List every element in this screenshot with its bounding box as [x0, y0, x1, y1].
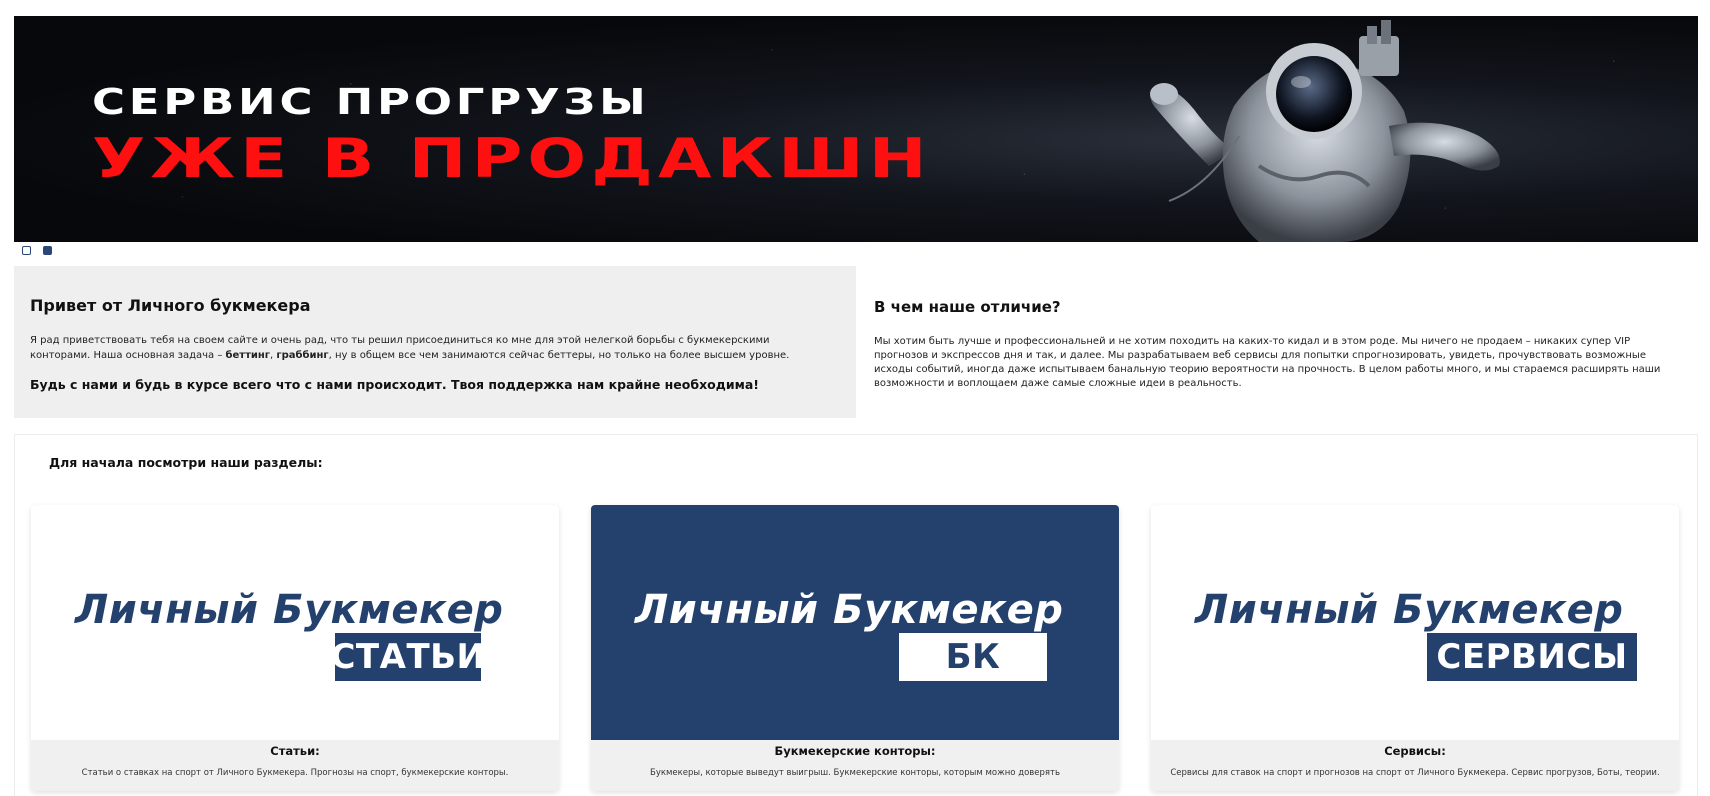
difference-panel: В чем наше отличие? Мы хотим быть лучше … [874, 266, 1694, 418]
logo-badge: БК [899, 633, 1047, 681]
section-card-services[interactable]: Личный Букмекер СЕРВИСЫ Сервисы: Сервисы… [1151, 505, 1679, 791]
logo-badge: СТАТЬИ [330, 633, 485, 681]
intro-text: Я рад приветствовать тебя на своем сайте… [30, 333, 820, 363]
sections-lead: Для начала посмотри наши разделы: [49, 455, 323, 470]
intro-call-to-action: Будь с нами и будь в курсе всего что с н… [30, 377, 759, 392]
card-title[interactable]: Сервисы: [1151, 744, 1679, 758]
card-title[interactable]: Статьи: [31, 744, 559, 758]
intro-text-end: , ну в общем все чем занимаются сейчас б… [328, 350, 790, 361]
intro-bold-grabbing: граббинг [276, 350, 329, 361]
card-description: Сервисы для ставок на спорт и прогнозов … [1170, 768, 1660, 778]
astronaut-image [1150, 20, 1500, 242]
banner-headline: СЕРВИС ПРОГРУЗЫ [92, 82, 650, 123]
slider-dot-1[interactable] [22, 246, 31, 255]
slider-dot-2[interactable] [43, 246, 52, 255]
logo-wordmark: Личный Букмекер [1195, 587, 1624, 633]
slider-dots [22, 246, 52, 255]
difference-text: Мы хотим быть лучше и профессиональней и… [874, 336, 1661, 389]
intro-bold-betting: беттинг [225, 350, 271, 361]
bookmakers-logo-image[interactable]: Личный Букмекер БК [591, 505, 1119, 740]
section-card-articles[interactable]: Личный Букмекер СТАТЬИ Статьи: Статьи о … [31, 505, 559, 791]
logo-wordmark: Личный Букмекер [635, 587, 1064, 633]
card-description: Статьи о ставках на спорт от Личного Бук… [81, 768, 509, 778]
services-logo-image[interactable]: Личный Букмекер СЕРВИСЫ [1151, 505, 1679, 740]
section-card-bookmakers[interactable]: Личный Букмекер БК Букмекерские конторы:… [591, 505, 1119, 791]
articles-logo-image[interactable]: Личный Букмекер СТАТЬИ [31, 505, 559, 740]
card-title[interactable]: Букмекерские конторы: [591, 744, 1119, 758]
banner-subheadline: УЖЕ В ПРОДАКШН [92, 127, 932, 190]
difference-title: В чем наше отличие? [874, 298, 1061, 316]
logo-badge: СЕРВИСЫ [1427, 633, 1637, 681]
sections-block: Для начала посмотри наши разделы: Личный… [14, 434, 1698, 796]
card-description: Букмекеры, которые выведут выигрыш. Букм… [650, 768, 1060, 778]
hero-banner[interactable]: СЕРВИС ПРОГРУЗЫ УЖЕ В ПРОДАКШН [14, 16, 1698, 242]
intro-title: Привет от Личного букмекера [30, 296, 311, 315]
intro-panel: Привет от Личного букмекера Я рад привет… [14, 266, 856, 418]
logo-wordmark: Личный Букмекер [75, 587, 504, 633]
